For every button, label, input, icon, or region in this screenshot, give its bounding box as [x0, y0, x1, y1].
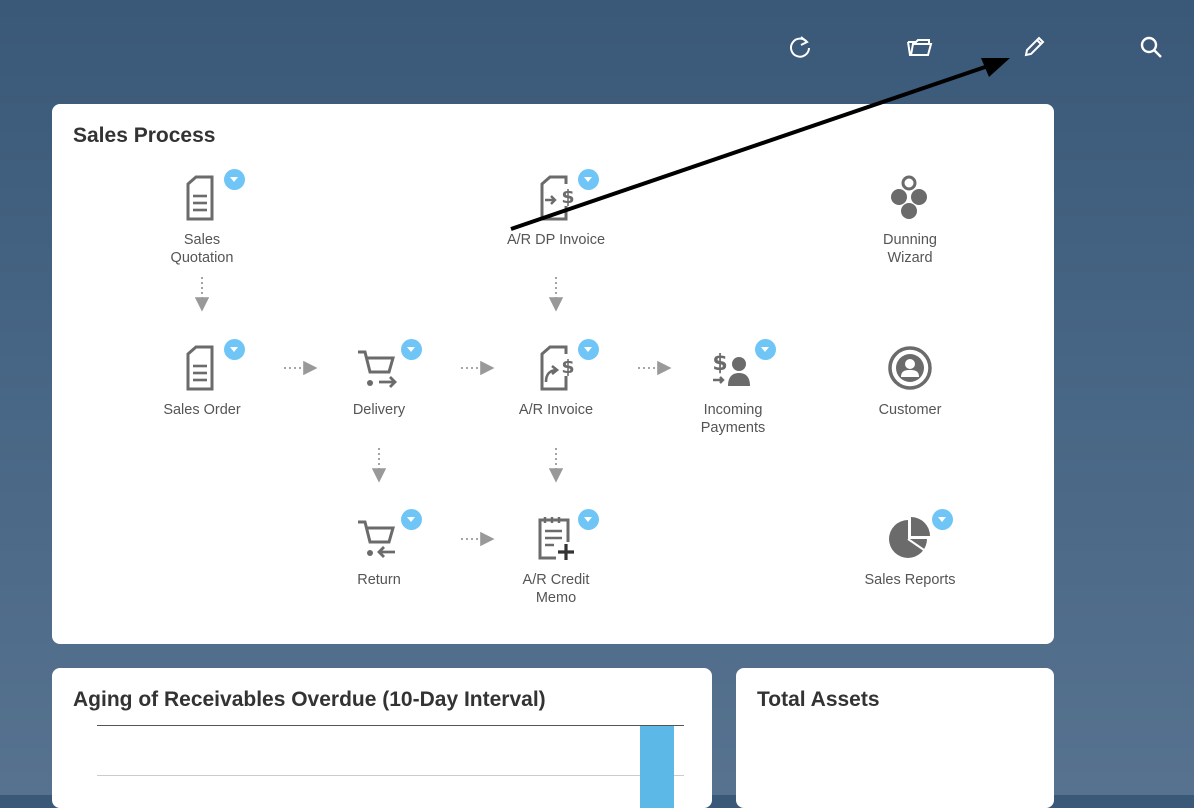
sales-quotation-dropdown[interactable]: [224, 169, 245, 190]
return-dropdown[interactable]: [401, 509, 422, 530]
ar-dp-invoice-dropdown[interactable]: [578, 169, 599, 190]
sales-reports-label: Sales Reports: [864, 572, 956, 588]
folder-icon: [907, 39, 933, 56]
total-assets-title: Total Assets: [757, 688, 880, 711]
sales-process-card: Sales Process Sales Quotation $ A/R DP I…: [52, 104, 1054, 644]
svg-text:$: $: [561, 186, 574, 208]
return-label: Return: [357, 572, 401, 588]
sales-order-dropdown[interactable]: [224, 339, 245, 360]
credit-memo-icon: [538, 517, 576, 560]
chart-gridline: [97, 775, 684, 776]
edit-icon: [1024, 36, 1045, 57]
ar-credit-memo-dropdown[interactable]: [578, 509, 599, 530]
payment-icon: $: [712, 351, 750, 386]
aging-title: Aging of Receivables Overdue (10-Day Int…: [73, 688, 546, 711]
cart-return-icon: [358, 520, 395, 558]
chart-gridline-top: [97, 725, 684, 726]
delivery-dropdown[interactable]: [401, 339, 422, 360]
customer-icon: [888, 346, 932, 390]
dunning-wizard-label: Dunning Wizard: [882, 232, 937, 266]
incoming-payments-label: Incoming Payments: [700, 402, 766, 436]
node-sales-quotation[interactable]: Sales Quotation: [132, 169, 272, 267]
ar-credit-memo-label: A/R Credit Memo: [522, 572, 590, 606]
ar-dp-invoice-label: A/R DP Invoice: [506, 232, 606, 248]
dunning-wizard-icon: [891, 175, 927, 219]
document-icon: [186, 175, 214, 221]
document-icon: [186, 345, 214, 391]
chart-bar[interactable]: [640, 726, 674, 808]
sales-reports-dropdown[interactable]: [932, 509, 953, 530]
pie-chart-icon: [889, 517, 930, 558]
invoice-icon: $: [540, 345, 576, 391]
customer-label: Customer: [878, 402, 942, 418]
aging-card: Aging of Receivables Overdue (10-Day Int…: [52, 668, 712, 808]
node-ar-credit-memo[interactable]: A/R Credit Memo: [486, 509, 626, 607]
delivery-label: Delivery: [352, 402, 406, 418]
sales-quotation-label: Sales Quotation: [170, 232, 234, 266]
node-delivery[interactable]: Delivery: [309, 339, 449, 420]
ar-invoice-label: A/R Invoice: [518, 402, 594, 418]
search-button[interactable]: [1136, 32, 1166, 62]
node-dunning-wizard[interactable]: Dunning Wizard: [840, 174, 980, 267]
search-icon: [1140, 36, 1162, 58]
svg-text:$: $: [712, 351, 727, 376]
refresh-button[interactable]: [785, 32, 815, 62]
node-sales-order[interactable]: Sales Order: [132, 339, 272, 420]
dp-invoice-icon: $: [540, 175, 576, 221]
svg-text:$: $: [561, 356, 574, 378]
open-folder-button[interactable]: [904, 32, 934, 62]
ar-invoice-dropdown[interactable]: [578, 339, 599, 360]
node-ar-dp-invoice[interactable]: $ A/R DP Invoice: [486, 169, 626, 250]
incoming-payments-dropdown[interactable]: [755, 339, 776, 360]
cart-forward-icon: [358, 350, 397, 388]
refresh-icon: [790, 36, 810, 58]
node-ar-invoice[interactable]: $ A/R Invoice: [486, 339, 626, 420]
node-sales-reports[interactable]: Sales Reports: [840, 509, 980, 590]
sales-order-label: Sales Order: [163, 402, 241, 418]
node-incoming-payments[interactable]: $ Incoming Payments: [663, 339, 803, 437]
edit-button[interactable]: [1019, 32, 1049, 62]
node-customer[interactable]: Customer: [840, 344, 980, 420]
total-assets-card: Total Assets: [736, 668, 1054, 808]
node-return[interactable]: Return: [309, 509, 449, 590]
